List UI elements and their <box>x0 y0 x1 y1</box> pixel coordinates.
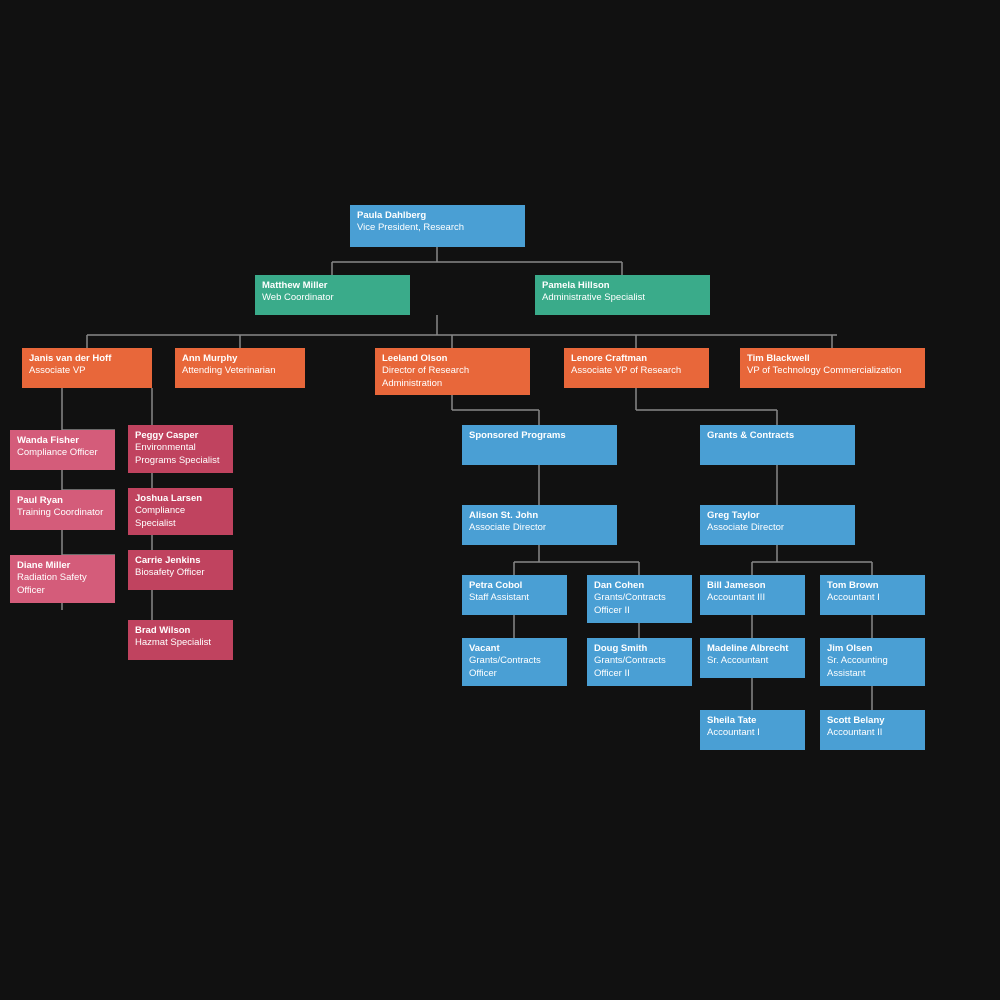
node-petra-name: Petra Cobol <box>469 580 560 592</box>
node-madeline-title: Sr. Accountant <box>707 655 798 667</box>
node-pamela-title: Administrative Specialist <box>542 292 703 304</box>
node-vacant: VacantGrants/Contracts Officer <box>462 638 567 686</box>
node-diane: Diane MillerRadiation Safety Officer <box>10 555 115 603</box>
node-dan-name: Dan Cohen <box>594 580 685 592</box>
node-grants_contracts: Grants & Contracts <box>700 425 855 465</box>
node-paul-name: Paul Ryan <box>17 495 108 507</box>
node-brad: Brad WilsonHazmat Specialist <box>128 620 233 660</box>
node-leeland-title: Director of Research Administration <box>382 365 523 390</box>
node-diane-title: Radiation Safety Officer <box>17 572 108 597</box>
node-janis-name: Janis van der Hoff <box>29 353 145 365</box>
node-ann-name: Ann Murphy <box>182 353 298 365</box>
node-madeline-name: Madeline Albrecht <box>707 643 798 655</box>
node-janis-title: Associate VP <box>29 365 145 377</box>
node-tom: Tom BrownAccountant I <box>820 575 925 615</box>
node-bill-name: Bill Jameson <box>707 580 798 592</box>
node-paula-name: Paula Dahlberg <box>357 210 518 222</box>
node-matthew: Matthew MillerWeb Coordinator <box>255 275 410 315</box>
node-doug: Doug SmithGrants/Contracts Officer II <box>587 638 692 686</box>
node-peggy-title: Environmental Programs Specialist <box>135 442 226 467</box>
node-lenore-name: Lenore Craftman <box>571 353 702 365</box>
node-bill-title: Accountant III <box>707 592 798 604</box>
node-jim-name: Jim Olsen <box>827 643 918 655</box>
node-bill: Bill JamesonAccountant III <box>700 575 805 615</box>
node-doug-title: Grants/Contracts Officer II <box>594 655 685 680</box>
node-scott-title: Accountant II <box>827 727 918 739</box>
node-joshua: Joshua LarsenCompliance Specialist <box>128 488 233 535</box>
node-tom-title: Accountant I <box>827 592 918 604</box>
node-joshua-title: Compliance Specialist <box>135 505 226 530</box>
node-tim-name: Tim Blackwell <box>747 353 918 365</box>
node-matthew-name: Matthew Miller <box>262 280 403 292</box>
node-alison-name: Alison St. John <box>469 510 610 522</box>
node-doug-name: Doug Smith <box>594 643 685 655</box>
node-leeland-name: Leeland Olson <box>382 353 523 365</box>
node-peggy-name: Peggy Casper <box>135 430 226 442</box>
node-joshua-name: Joshua Larsen <box>135 493 226 505</box>
node-grants_contracts-name: Grants & Contracts <box>707 430 848 442</box>
node-carrie: Carrie JenkinsBiosafety Officer <box>128 550 233 590</box>
node-petra: Petra CobolStaff Assistant <box>462 575 567 615</box>
node-lenore: Lenore CraftmanAssociate VP of Research <box>564 348 709 388</box>
node-wanda-title: Compliance Officer <box>17 447 108 459</box>
node-sponsored: Sponsored Programs <box>462 425 617 465</box>
node-sheila: Sheila TateAccountant I <box>700 710 805 750</box>
node-greg-title: Associate Director <box>707 522 848 534</box>
node-paul: Paul RyanTraining Coordinator <box>10 490 115 530</box>
node-sheila-title: Accountant I <box>707 727 798 739</box>
node-paula-title: Vice President, Research <box>357 222 518 234</box>
org-chart: Paula DahlbergVice President, Research Ma… <box>0 0 1000 1000</box>
node-matthew-title: Web Coordinator <box>262 292 403 304</box>
node-sheila-name: Sheila Tate <box>707 715 798 727</box>
node-paula: Paula DahlbergVice President, Research <box>350 205 525 247</box>
node-leeland: Leeland OlsonDirector of Research Admini… <box>375 348 530 395</box>
node-alison-title: Associate Director <box>469 522 610 534</box>
node-alison: Alison St. JohnAssociate Director <box>462 505 617 545</box>
node-madeline: Madeline AlbrechtSr. Accountant <box>700 638 805 678</box>
node-peggy: Peggy CasperEnvironmental Programs Speci… <box>128 425 233 473</box>
node-greg: Greg TaylorAssociate Director <box>700 505 855 545</box>
node-lenore-title: Associate VP of Research <box>571 365 702 377</box>
node-janis: Janis van der HoffAssociate VP <box>22 348 152 388</box>
node-tom-name: Tom Brown <box>827 580 918 592</box>
node-paul-title: Training Coordinator <box>17 507 108 519</box>
node-pamela-name: Pamela Hillson <box>542 280 703 292</box>
node-ann-title: Attending Veterinarian <box>182 365 298 377</box>
node-sponsored-name: Sponsored Programs <box>469 430 610 442</box>
node-carrie-name: Carrie Jenkins <box>135 555 226 567</box>
node-wanda: Wanda FisherCompliance Officer <box>10 430 115 470</box>
node-jim-title: Sr. Accounting Assistant <box>827 655 918 680</box>
node-pamela: Pamela HillsonAdministrative Specialist <box>535 275 710 315</box>
node-carrie-title: Biosafety Officer <box>135 567 226 579</box>
node-greg-name: Greg Taylor <box>707 510 848 522</box>
node-dan-title: Grants/Contracts Officer II <box>594 592 685 617</box>
node-brad-title: Hazmat Specialist <box>135 637 226 649</box>
node-scott-name: Scott Belany <box>827 715 918 727</box>
node-scott: Scott BelanyAccountant II <box>820 710 925 750</box>
node-petra-title: Staff Assistant <box>469 592 560 604</box>
node-diane-name: Diane Miller <box>17 560 108 572</box>
node-tim-title: VP of Technology Commercialization <box>747 365 918 377</box>
node-wanda-name: Wanda Fisher <box>17 435 108 447</box>
node-tim: Tim BlackwellVP of Technology Commercial… <box>740 348 925 388</box>
node-brad-name: Brad Wilson <box>135 625 226 637</box>
node-dan: Dan CohenGrants/Contracts Officer II <box>587 575 692 623</box>
node-jim: Jim OlsenSr. Accounting Assistant <box>820 638 925 686</box>
node-vacant-title: Grants/Contracts Officer <box>469 655 560 680</box>
node-vacant-name: Vacant <box>469 643 560 655</box>
node-ann: Ann MurphyAttending Veterinarian <box>175 348 305 388</box>
